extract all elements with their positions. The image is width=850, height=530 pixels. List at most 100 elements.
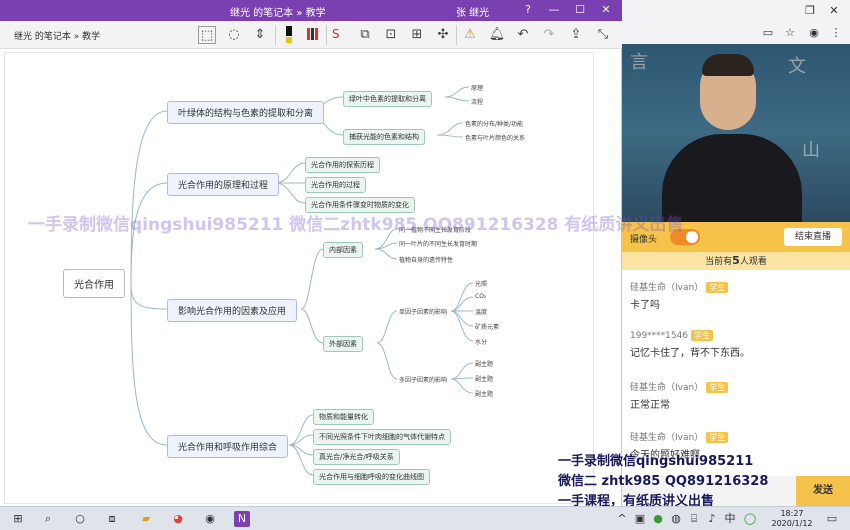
onenote-toolbar: 继光 的笔记本 » 教学 ⬚ ◌ ⇕ S ⧉ ⊡ ⊞ ✣ ⚠ 🔔︎ ↶ ↷ ⇪ … (0, 21, 622, 49)
node-net-photosynthesis[interactable]: 真光合/净光合/呼吸关系 (313, 449, 400, 465)
start-icon[interactable]: ⊞ (10, 511, 26, 527)
network-icon[interactable]: ⌸ (686, 511, 702, 527)
restore-icon[interactable]: ❐ (802, 3, 818, 19)
system-clock[interactable]: 18:27 2020/1/12 (770, 509, 814, 529)
ink-to-text-icon[interactable]: ⊡ (382, 26, 400, 44)
browser-chrome: ❐ ✕ ▭ ☆ ◉ ⋮ (622, 0, 850, 44)
leaf-subtopic[interactable]: 副主题 (475, 374, 493, 383)
input-method-icon[interactable]: 中 (722, 511, 738, 527)
node-internal-factors[interactable]: 内部因素 (323, 242, 363, 258)
leaf-co2[interactable]: CO₂ (475, 293, 486, 300)
add-space-icon[interactable]: ⇕ (251, 26, 269, 44)
chat-message: 199****1546 学生 记忆卡住了，背不下东西。 (630, 330, 840, 359)
leaf-process[interactable]: 流程 (471, 97, 483, 106)
notifications-icon[interactable]: ▭ (824, 511, 840, 527)
leaf-pigment-types[interactable]: 色素的分布/种类/功能 (465, 119, 523, 128)
leaf-water[interactable]: 水分 (475, 337, 487, 346)
file-explorer-icon[interactable]: ▰ (138, 511, 154, 527)
volume-icon[interactable]: ♪ (704, 511, 720, 527)
chat-text: 卡了吗 (630, 300, 660, 311)
toolbar-divider (456, 25, 457, 45)
redo-icon[interactable]: ↷ (540, 26, 558, 44)
leaf-minerals[interactable]: 矿质元素 (475, 322, 499, 331)
wechat-tray-icon[interactable]: ● (650, 511, 666, 527)
node-history[interactable]: 光合作用的探索历程 (305, 157, 380, 173)
student-badge: 学生 (706, 282, 729, 293)
close-button[interactable]: ✕ (596, 2, 616, 18)
tray-up-icon[interactable]: ^ (614, 511, 630, 527)
node-curve-chart[interactable]: 光合作用与细胞呼吸的变化曲线图 (313, 469, 430, 485)
leaf-temperature[interactable]: 温度 (475, 307, 487, 316)
leaf-pigment-color[interactable]: 色素与叶片颜色的关系 (465, 133, 525, 142)
account-icon[interactable]: ◉ (806, 25, 822, 41)
undo-icon[interactable]: ↶ (514, 26, 532, 44)
teacher-video[interactable]: ⾔ ⽂ ⼭ (622, 44, 850, 222)
maximize-button[interactable]: ☐ (570, 2, 590, 18)
windows-taskbar: ⊞ ⌕ ○ ⧈ ▰ ◕ ◉ N ^ ▣ ● ◍ ⌸ ♪ 中 ◯ 18:27 20… (0, 506, 850, 530)
onenote-taskbar-icon[interactable]: N (234, 511, 250, 527)
mindmap-root[interactable]: 光合作用 (63, 269, 125, 298)
warning-icon[interactable]: ⚠ (461, 26, 479, 44)
node-light-pigments[interactable]: 捕获光能的色素和结构 (343, 129, 425, 145)
share-icon[interactable]: ⇪ (567, 26, 585, 44)
note-canvas[interactable]: 光合作用 叶绿体的结构与色素的提取和分离 绿叶中色素的提取和分离 原理 流程 捕… (4, 52, 594, 504)
send-button[interactable]: 发送 (796, 476, 850, 506)
chrome-icon[interactable]: ◕ (170, 511, 186, 527)
node-process[interactable]: 光合作用的过程 (305, 177, 366, 193)
branch-factors[interactable]: 影响光合作用的因素及应用 (167, 299, 298, 322)
close-icon[interactable]: ✕ (826, 3, 842, 19)
search-icon[interactable]: ⌕ (40, 511, 56, 527)
tray-status-icon[interactable]: ◯ (742, 511, 758, 527)
toggle-knob (686, 231, 698, 243)
leaf-single-factor[interactable]: 单因子因素的影响 (399, 307, 447, 316)
tray-app-icon[interactable]: ◍ (668, 511, 684, 527)
obs-icon[interactable]: ◉ (202, 511, 218, 527)
branch-principle[interactable]: 光合作用的原理和过程 (167, 173, 280, 196)
replay-ink-icon[interactable]: ✣ (434, 26, 452, 44)
task-view-icon[interactable]: ⧈ (104, 511, 120, 527)
chat-username[interactable]: 硅基生命（Ivan） (630, 433, 703, 443)
shapes-icon[interactable]: ⧉ (356, 26, 374, 44)
chat-list[interactable]: 硅基生命（Ivan） 学生 卡了吗 199****1546 学生 记忆卡住了，背不下… (622, 272, 850, 472)
lasso-icon[interactable]: ◌ (225, 26, 243, 44)
chat-username[interactable]: 硅基生命（Ivan） (630, 283, 703, 293)
onenote-title-bar: 继光 的笔记本 » 教学 张 继光 ? — ☐ ✕ (0, 0, 622, 21)
node-external-factors[interactable]: 外部因素 (323, 336, 363, 352)
tray-app-icon[interactable]: ▣ (632, 511, 648, 527)
leaf-subtopic[interactable]: 副主题 (475, 359, 493, 368)
minimize-button[interactable]: — (544, 2, 564, 18)
leaf-genetics[interactable]: 植物自身的遗传特性 (399, 255, 453, 264)
ink-to-math-icon[interactable]: ⊞ (408, 26, 426, 44)
breadcrumb[interactable]: 继光 的笔记本 » 教学 (14, 29, 100, 42)
leaf-leaf-age[interactable]: 同一叶片的不同生长发育时期 (399, 239, 477, 248)
leaf-light[interactable]: 光照 (475, 279, 487, 288)
leaf-subtopic[interactable]: 副主题 (475, 389, 493, 398)
menu-icon[interactable]: ⋮ (828, 25, 844, 41)
leaf-principle[interactable]: 原理 (471, 83, 483, 92)
signed-in-user[interactable]: 张 继光 (456, 4, 489, 19)
node-pigment-extraction[interactable]: 绿叶中色素的提取和分离 (343, 91, 432, 107)
teacher-body (662, 134, 802, 222)
help-button[interactable]: ? (518, 2, 538, 18)
chat-text: 记忆卡住了，背不下东西。 (630, 348, 750, 359)
ink-to-shape-icon[interactable]: S (330, 26, 348, 44)
chat-username[interactable]: 199****1546 (630, 331, 688, 341)
node-matter-energy[interactable]: 物质和能量转化 (313, 409, 374, 425)
bell-icon[interactable]: 🔔︎ (488, 26, 506, 44)
branch-chloroplast[interactable]: 叶绿体的结构与色素的提取和分离 (167, 101, 325, 124)
star-icon[interactable]: ☆ (782, 25, 798, 41)
chat-message: 硅基生命（Ivan） 学生 正常正常 (630, 380, 840, 411)
select-tool-icon[interactable]: ⬚ (198, 26, 216, 44)
pen-black-icon[interactable] (280, 26, 298, 44)
node-gas-metabolism[interactable]: 不同光照条件下叶肉细胞的气体代谢特点 (313, 429, 451, 445)
leaf-multi-factor[interactable]: 多因子因素的影响 (399, 375, 447, 384)
fullscreen-icon[interactable]: ⤡ (594, 26, 612, 44)
cast-icon[interactable]: ▭ (760, 25, 776, 41)
pen-set-icon[interactable] (304, 26, 322, 44)
live-panel: ❐ ✕ ▭ ☆ ◉ ⋮ ⾔ ⽂ ⼭ 摄像头 结束直播 当前有5人观看 硅基生命（… (622, 0, 850, 506)
end-live-button[interactable]: 结束直播 (784, 228, 842, 246)
branch-combined[interactable]: 光合作用和呼吸作用综合 (167, 435, 289, 458)
svg-text:S: S (332, 27, 340, 40)
cortana-icon[interactable]: ○ (72, 511, 88, 527)
chat-username[interactable]: 硅基生命（Ivan） (630, 383, 703, 393)
